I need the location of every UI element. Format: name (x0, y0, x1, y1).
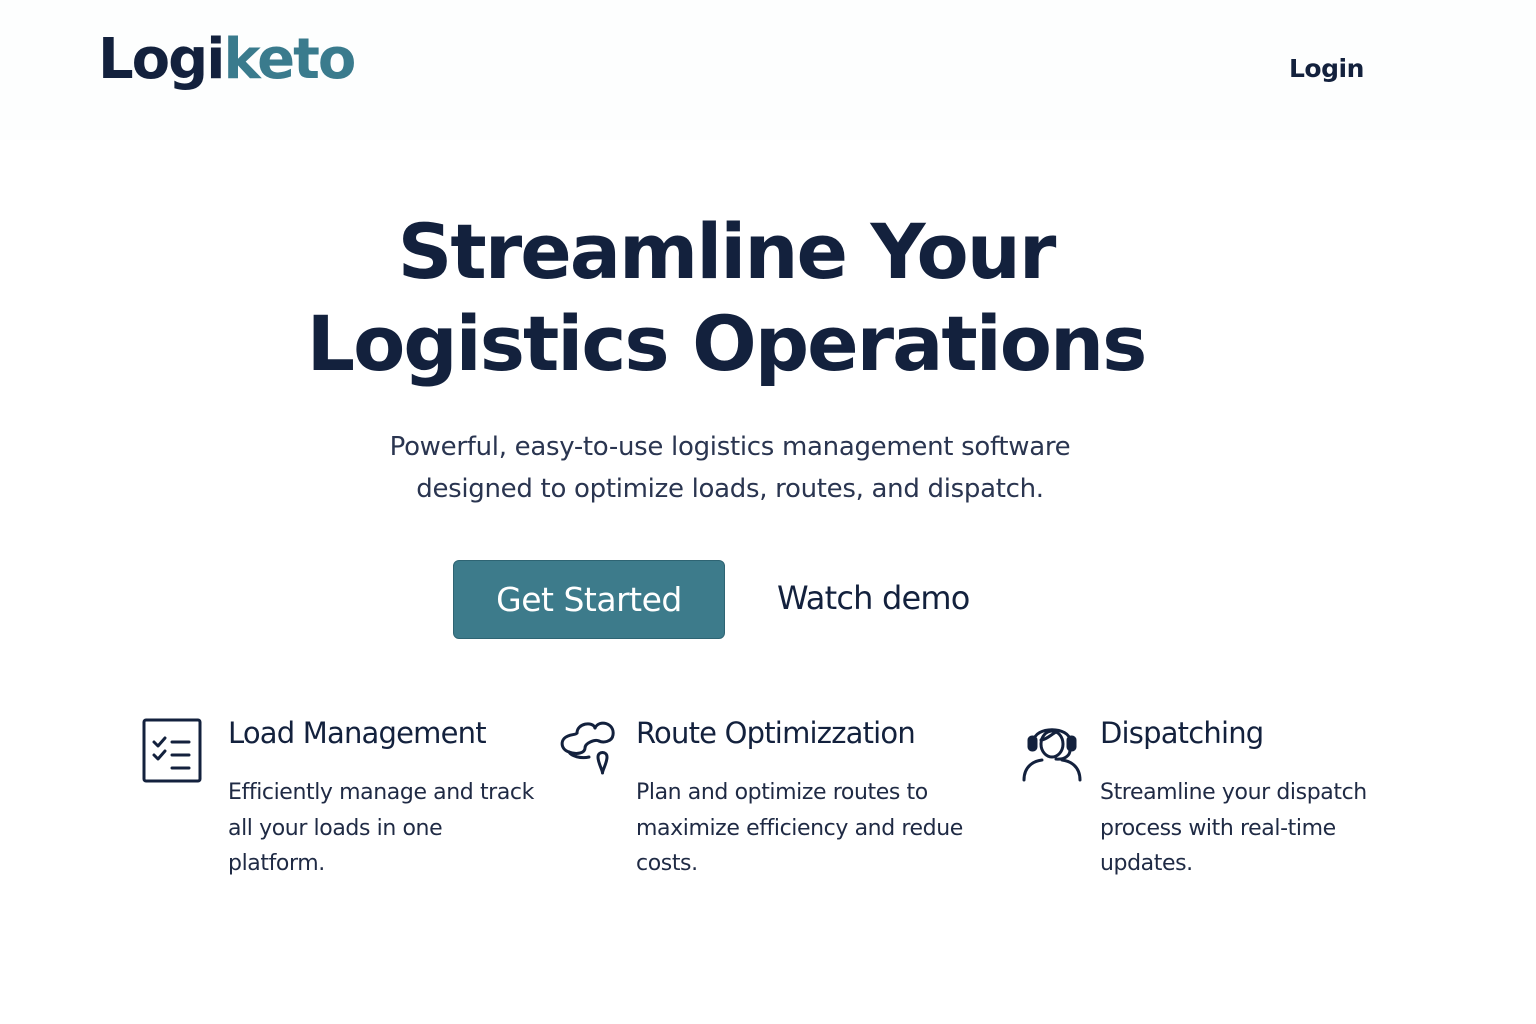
get-started-button[interactable]: Get Started (453, 560, 725, 639)
hero-subtitle-line-2: designed to optimize loads, routes, and … (416, 474, 1044, 504)
feature-description-line: process with real-time (1100, 815, 1336, 841)
logo-text-primary: Logi (98, 27, 225, 92)
headset-agent-icon (1022, 728, 1082, 782)
feature-description-line: maximize efficiency and redue (636, 815, 963, 841)
logo[interactable]: Logiketo (98, 32, 356, 88)
feature-description-line: updates. (1100, 851, 1193, 876)
checklist-icon (142, 718, 202, 783)
feature-description-line: costs. (636, 851, 698, 876)
feature-description-line: Streamline your dispatch (1100, 780, 1367, 805)
feature-description: Efficiently manage and track all your lo… (228, 775, 534, 882)
top-header: Logiketo Login (0, 0, 1536, 140)
hero-title-line-2: Logistics Operations (306, 299, 1148, 388)
hero-title-line-1: Streamline Your (397, 207, 1057, 296)
feature-title: Dispatching (1100, 716, 1264, 750)
hero-subtitle: Powerful, easy-to-use logistics manageme… (330, 426, 1130, 510)
watch-demo-link[interactable]: Watch demo (777, 579, 970, 617)
route-icon (560, 721, 615, 775)
logo-text-accent: keto (223, 27, 356, 92)
feature-description: Streamline your dispatch process with re… (1100, 775, 1367, 882)
feature-description-line: Plan and optimize routes to (636, 780, 928, 805)
hero-title: Streamline Your Logistics Operations (226, 206, 1226, 390)
feature-title: Route Optimizzation (636, 716, 916, 750)
feature-title: Load Management (228, 716, 487, 750)
feature-description-line: platform. (228, 851, 325, 876)
feature-description: Plan and optimize routes to maximize eff… (636, 775, 963, 882)
hero-subtitle-line-1: Powerful, easy-to-use logistics manageme… (389, 432, 1071, 462)
feature-description-line: all your loads in one (228, 815, 443, 841)
feature-description-line: Efficiently manage and track (228, 780, 534, 805)
login-link[interactable]: Login (1289, 54, 1364, 83)
